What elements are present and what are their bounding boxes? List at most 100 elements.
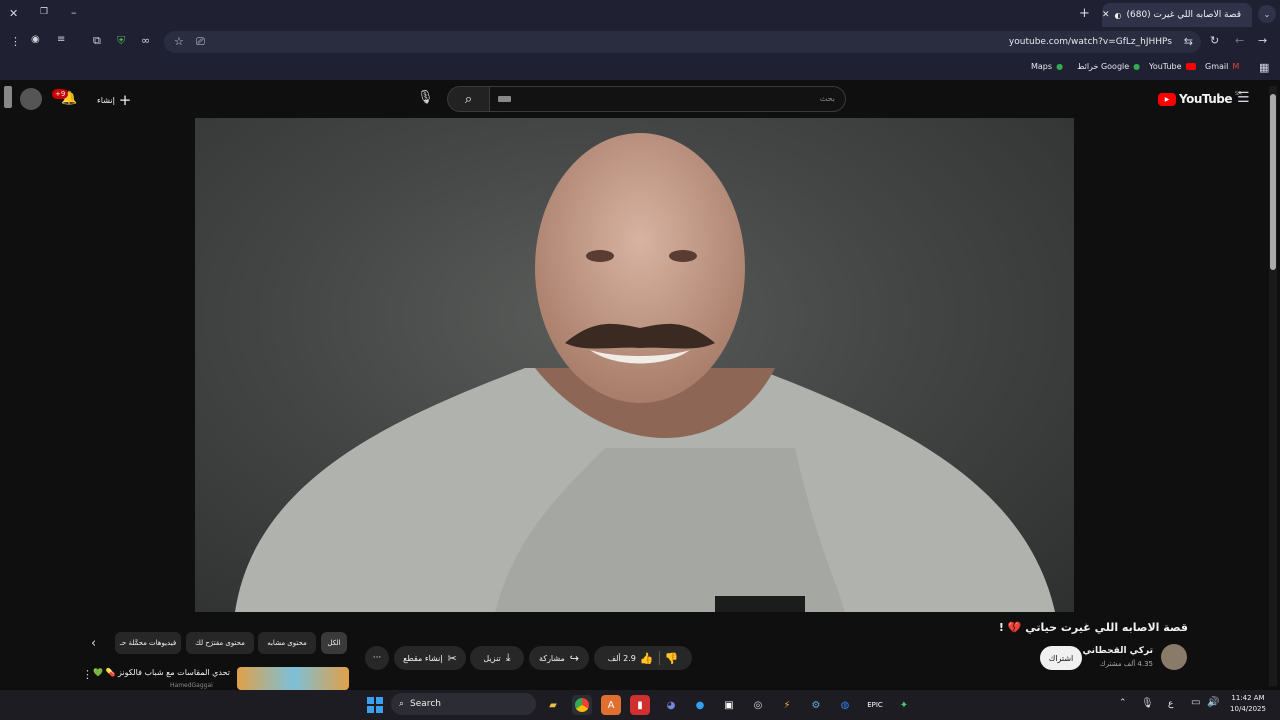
minimize-window-icon[interactable]: – bbox=[71, 6, 77, 19]
tab-title: (680) قصة الاصابه اللي غيرت bbox=[1126, 10, 1241, 20]
network-icon[interactable]: ▭ bbox=[1191, 697, 1200, 708]
app-circle-icon[interactable]: ◎ bbox=[748, 695, 768, 715]
video-player[interactable] bbox=[195, 118, 1074, 612]
maps-pin-icon: ● bbox=[1133, 62, 1141, 71]
recommendation-thumbnail[interactable] bbox=[237, 667, 349, 690]
windows-start-icon[interactable] bbox=[365, 695, 385, 715]
app-orange-icon[interactable]: A bbox=[601, 695, 621, 715]
volume-icon[interactable]: 🔊 bbox=[1207, 697, 1219, 708]
bookmark-google-maps-ar[interactable]: خرائط Google ● bbox=[1077, 62, 1140, 71]
maps-pin-icon: ● bbox=[1056, 62, 1064, 71]
reading-list-icon[interactable]: ≡ bbox=[57, 34, 65, 45]
tray-mic-icon[interactable]: 🎙 bbox=[1141, 698, 1154, 709]
video-frame bbox=[235, 133, 1055, 612]
profile-icon[interactable]: ◉ bbox=[31, 34, 40, 45]
back-icon[interactable]: ← bbox=[1235, 34, 1244, 47]
avatar[interactable] bbox=[20, 88, 42, 110]
channel-avatar[interactable] bbox=[1161, 644, 1187, 670]
chip-uploads[interactable]: فيديوهات محمَّلة حـ bbox=[115, 632, 181, 654]
like-dislike-group: 👍 2.9 ألف 👎 bbox=[594, 646, 692, 670]
search-input[interactable]: بحث bbox=[489, 86, 846, 112]
app-blue-icon[interactable]: ● bbox=[690, 695, 710, 715]
recommendation-channel: HamedGaggai bbox=[170, 682, 213, 689]
gmail-icon: M bbox=[1232, 62, 1240, 71]
share-button[interactable]: مشاركة ↪ bbox=[529, 646, 589, 670]
browser-tab-bar: ✕ ❐ – + (680) قصة الاصابه اللي غيرت ◐ ✕ … bbox=[0, 0, 1280, 28]
app-yellow-icon[interactable]: ⚡ bbox=[777, 695, 797, 715]
create-button[interactable]: إنشاء + bbox=[97, 91, 131, 109]
forward-icon[interactable]: → bbox=[1258, 34, 1267, 47]
apps-grid-icon[interactable]: ▦ bbox=[1259, 61, 1269, 74]
search-button[interactable]: ⌕ bbox=[447, 86, 489, 112]
subscriber-count: 4.35 ألف مشترك bbox=[1099, 660, 1153, 668]
shield-extension-icon[interactable]: ⛨ bbox=[117, 34, 125, 48]
browser-menu-icon[interactable]: ⋮ bbox=[10, 35, 21, 48]
glasses-extension-icon[interactable]: ∞ bbox=[141, 34, 150, 47]
like-button[interactable]: 👍 2.9 ألف bbox=[608, 652, 654, 665]
download-button[interactable]: تنزيل ⤓ bbox=[470, 646, 524, 670]
language-indicator[interactable]: ع bbox=[1168, 699, 1173, 709]
video-title: قصة الاصابه اللي غيرت حياتي 💔 ! bbox=[998, 621, 1188, 634]
notifications-badge: +9 bbox=[52, 89, 69, 99]
search-icon: ⌕ bbox=[464, 91, 473, 107]
sweater-print bbox=[715, 596, 805, 612]
active-tab[interactable]: (680) قصة الاصابه اللي غيرت ◐ ✕ bbox=[1102, 3, 1252, 27]
browser-toolbar: ⋮ ◉ ≡ ⧉ ⛨ ∞ ☆ ⎚ ⇆ youtube.com/watch?v=Gf… bbox=[0, 28, 1280, 56]
tray-chevron-icon[interactable]: ⌃ bbox=[1119, 698, 1127, 708]
microphone-icon[interactable]: 🎙 bbox=[417, 90, 434, 105]
scrollbar-thumb[interactable] bbox=[1270, 94, 1276, 270]
taskbar-search[interactable]: ⌕ Search bbox=[391, 693, 536, 715]
steam-icon[interactable]: ⚙ bbox=[806, 695, 826, 715]
app-white-icon[interactable]: ▣ bbox=[719, 695, 739, 715]
channel-name[interactable]: تركي القحطاني bbox=[1082, 646, 1153, 656]
subscribe-button[interactable]: اشتراك bbox=[1040, 646, 1082, 670]
cast-icon[interactable]: ⎚ bbox=[196, 35, 205, 49]
divider bbox=[658, 651, 660, 665]
left-eye-shape bbox=[586, 250, 614, 262]
page-scrollbar[interactable] bbox=[1269, 86, 1277, 686]
chip-all[interactable]: الكل bbox=[321, 632, 347, 654]
search-icon: ⌕ bbox=[399, 699, 405, 709]
bookmark-maps[interactable]: Maps ● bbox=[1031, 62, 1063, 71]
file-explorer-icon[interactable]: ▰ bbox=[543, 695, 563, 715]
chevron-left-icon[interactable]: ‹ bbox=[91, 636, 96, 651]
tab-close-icon[interactable]: ✕ bbox=[1102, 10, 1110, 20]
scissors-icon: ✂ bbox=[447, 651, 457, 665]
more-actions-button[interactable]: ··· bbox=[365, 646, 389, 670]
site-settings-icon[interactable]: ⇆ bbox=[1184, 35, 1193, 48]
reload-icon[interactable]: ↻ bbox=[1210, 34, 1219, 47]
clip-button[interactable]: إنشاء مقطع ✂ bbox=[394, 646, 466, 670]
youtube-play-icon: ▶ bbox=[1158, 92, 1176, 106]
edge-icon[interactable]: ◍ bbox=[835, 695, 855, 715]
download-icon: ⤓ bbox=[505, 651, 511, 664]
sidebar-edge bbox=[4, 86, 12, 108]
restore-window-icon[interactable]: ❐ bbox=[40, 7, 48, 17]
search-placeholder: بحث bbox=[819, 94, 835, 103]
url-text[interactable]: youtube.com/watch?v=GfLz_hJHHPs bbox=[1009, 37, 1172, 47]
bookmark-star-icon[interactable]: ☆ bbox=[174, 35, 184, 48]
app-red-icon[interactable]: ▮ bbox=[630, 695, 650, 715]
chrome-icon[interactable] bbox=[572, 695, 592, 715]
chip-related[interactable]: محتوى مشابه bbox=[258, 632, 316, 654]
close-window-icon[interactable]: ✕ bbox=[9, 7, 18, 20]
epic-games-icon[interactable]: EPIC bbox=[865, 695, 885, 715]
discord-icon[interactable]: ◕ bbox=[661, 695, 681, 715]
bookmark-gmail[interactable]: Gmail M bbox=[1205, 62, 1239, 71]
taskbar-clock[interactable]: 11:42 AM 10/4/2025 bbox=[1226, 693, 1270, 715]
recommendation-title[interactable]: تحدي المقاسات مع شباب فالكونز 💊 💚 bbox=[93, 668, 230, 677]
extensions-icon[interactable]: ⧉ bbox=[93, 34, 101, 48]
right-eye-shape bbox=[669, 250, 697, 262]
recommendation-menu-icon[interactable]: ⋮ bbox=[82, 668, 93, 681]
bookmark-youtube[interactable]: YouTube bbox=[1149, 62, 1196, 71]
chip-recommended[interactable]: محتوى مقترَح لك bbox=[186, 632, 254, 654]
youtube-logo[interactable]: ▶ YouTube SA bbox=[1158, 91, 1242, 106]
app-green-icon[interactable]: ✦ bbox=[894, 695, 914, 715]
tab-search-icon[interactable]: ⌄ bbox=[1258, 5, 1276, 23]
keyboard-icon[interactable] bbox=[498, 96, 511, 102]
audio-icon[interactable]: ◐ bbox=[1115, 11, 1122, 20]
hamburger-menu-icon[interactable]: ☰ bbox=[1237, 90, 1250, 106]
plus-icon: + bbox=[118, 91, 132, 109]
share-icon: ↪ bbox=[569, 651, 580, 665]
thumbs-down-icon[interactable]: 👎 bbox=[665, 652, 679, 665]
new-tab-icon[interactable]: + bbox=[1079, 6, 1090, 21]
